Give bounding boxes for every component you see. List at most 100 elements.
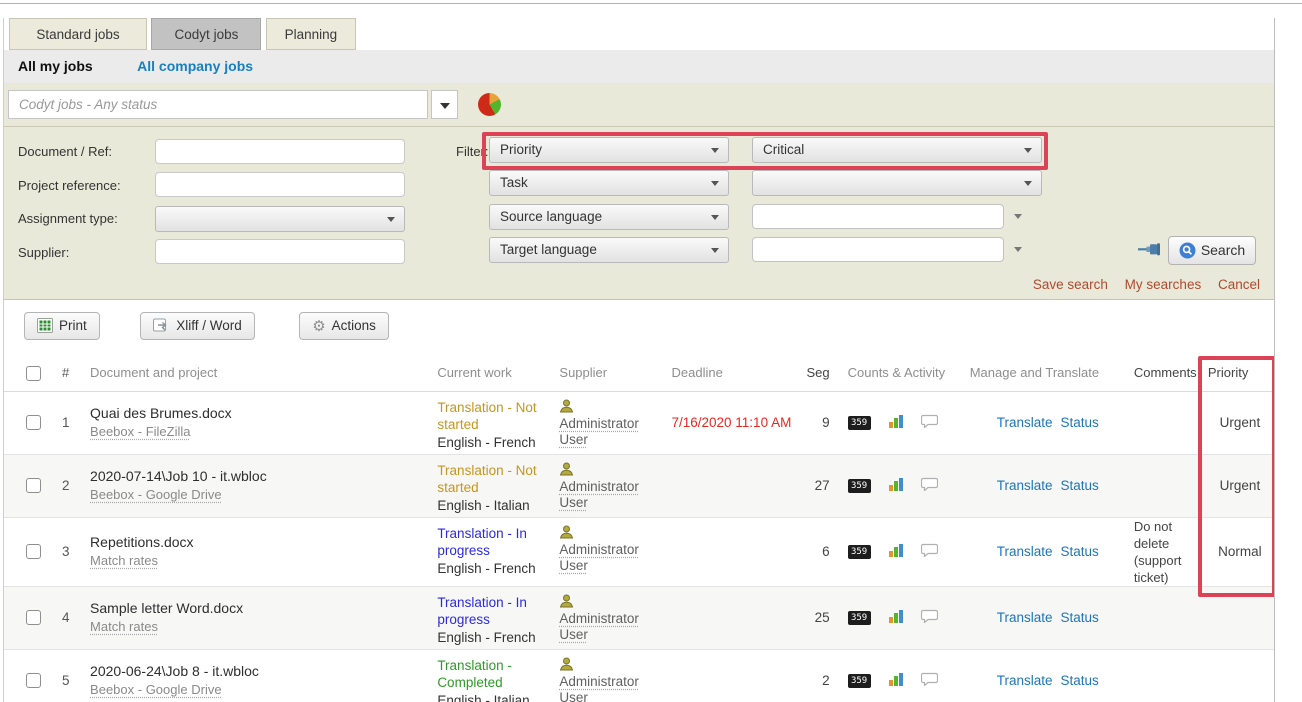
deadline: 7/16/2020 11:10 AM (667, 391, 799, 454)
project-link[interactable]: Beebox - Google Drive (90, 682, 222, 697)
project-link[interactable]: Beebox - Google Drive (90, 487, 222, 502)
person-icon (559, 527, 574, 542)
tab-standard-jobs[interactable]: Standard jobs (9, 18, 147, 50)
work-status-link[interactable]: Translation - Not started (437, 399, 555, 433)
print-button[interactable]: Print (24, 312, 100, 340)
select-all-checkbox[interactable] (26, 366, 41, 381)
wordcount-badge[interactable]: 359 (848, 674, 871, 688)
activity-chart-icon[interactable] (888, 476, 904, 495)
filter-label-project-reference: Project reference: (18, 178, 121, 193)
work-status-link[interactable]: Translation - Completed (437, 657, 555, 691)
tab-all-my-jobs[interactable]: All my jobs (18, 58, 93, 74)
wordcount-badge[interactable]: 359 (848, 416, 871, 430)
row-checkbox[interactable] (26, 544, 41, 559)
wordcount-badge[interactable]: 359 (848, 611, 871, 625)
status-link[interactable]: Status (1061, 610, 1099, 625)
activity-chart-icon[interactable] (888, 671, 904, 690)
comment-bubble-icon[interactable] (921, 414, 938, 431)
assignment-type-select[interactable] (155, 206, 405, 232)
target-language-arrow-icon[interactable] (1014, 247, 1022, 252)
target-language-input[interactable] (752, 237, 1004, 262)
project-link[interactable]: Beebox - FileZilla (90, 424, 190, 439)
supplier-input[interactable] (155, 239, 405, 264)
comment-bubble-icon[interactable] (921, 477, 938, 494)
work-status-link[interactable]: Translation - In progress (437, 594, 555, 628)
status-link[interactable]: Status (1061, 673, 1099, 688)
segment-count: 25 (800, 586, 842, 649)
source-language-combo[interactable] (752, 204, 1022, 229)
source-language-input[interactable] (752, 204, 1004, 229)
tab-codyt-jobs[interactable]: Codyt jobs (151, 18, 261, 50)
row-checkbox[interactable] (26, 478, 41, 493)
saved-search-dropdown-arrow[interactable] (431, 90, 458, 119)
supplier-link[interactable]: Administrator User (559, 674, 641, 702)
row-number: 1 (54, 391, 86, 454)
project-reference-input[interactable] (155, 172, 405, 197)
tab-planning[interactable]: Planning (266, 18, 356, 50)
filter-value-task-select[interactable] (752, 170, 1042, 196)
filter-category-task-select[interactable]: Task (489, 170, 729, 196)
supplier-link[interactable]: Administrator User (559, 611, 641, 643)
source-language-arrow-icon[interactable] (1014, 214, 1022, 219)
supplier-link[interactable]: Administrator User (559, 416, 641, 448)
filter-category-source-language-select[interactable]: Source language (489, 204, 729, 230)
work-status-link[interactable]: Translation - In progress (437, 525, 555, 559)
wordcount-badge[interactable]: 359 (848, 545, 871, 559)
pin-search-icon[interactable] (1138, 243, 1162, 261)
activity-chart-icon[interactable] (888, 542, 904, 561)
actions-button[interactable]: ⚙Actions (299, 312, 389, 340)
activity-chart-icon[interactable] (888, 413, 904, 432)
table-row: 5 2020-06-24\Job 8 - it.wbloc Beebox - G… (4, 649, 1274, 702)
translate-link[interactable]: Translate (997, 610, 1053, 625)
search-links: Save search My searches Cancel (1020, 277, 1260, 292)
document-link[interactable]: Quai des Brumes.docx (90, 405, 232, 421)
document-link[interactable]: Sample letter Word.docx (90, 600, 243, 616)
project-link[interactable]: Match rates (90, 553, 158, 568)
filter-label-document-ref: Document / Ref: (18, 144, 112, 159)
filter-category-priority-select[interactable]: Priority (489, 137, 729, 163)
status-link[interactable]: Status (1061, 478, 1099, 493)
language-pair: English - Italian (437, 497, 555, 514)
row-checkbox[interactable] (26, 610, 41, 625)
saved-search-select[interactable]: Codyt jobs - Any status (8, 90, 428, 119)
col-priority: Priority (1202, 355, 1274, 391)
language-pair: English - French (437, 629, 555, 646)
jobs-panel: Standard jobs Codyt jobs Planning All my… (3, 18, 1275, 702)
translate-link[interactable]: Translate (997, 415, 1053, 430)
my-searches-link[interactable]: My searches (1125, 277, 1202, 292)
pie-chart-icon[interactable] (478, 93, 501, 116)
xliff-word-button[interactable]: Xliff / Word (140, 312, 255, 340)
filter-panel: Document / Ref: Project reference: Assig… (4, 127, 1274, 300)
cancel-link[interactable]: Cancel (1218, 277, 1260, 292)
project-link[interactable]: Match rates (90, 619, 158, 634)
document-link[interactable]: 2020-07-14\Job 10 - it.wbloc (90, 468, 267, 484)
document-link[interactable]: 2020-06-24\Job 8 - it.wbloc (90, 663, 259, 679)
status-link[interactable]: Status (1061, 415, 1099, 430)
search-icon (1179, 241, 1196, 268)
filter-category-target-language-select[interactable]: Target language (489, 237, 729, 263)
document-ref-input[interactable] (155, 139, 405, 164)
save-search-link[interactable]: Save search (1033, 277, 1108, 292)
work-status-link[interactable]: Translation - Not started (437, 462, 555, 496)
row-checkbox[interactable] (26, 673, 41, 688)
activity-chart-icon[interactable] (888, 608, 904, 627)
translate-link[interactable]: Translate (997, 478, 1053, 493)
comment-bubble-icon[interactable] (921, 543, 938, 560)
comment-bubble-icon[interactable] (921, 609, 938, 626)
translate-link[interactable]: Translate (997, 673, 1053, 688)
status-link[interactable]: Status (1061, 544, 1099, 559)
wordcount-badge[interactable]: 359 (848, 479, 871, 493)
table-row: 4 Sample letter Word.docx Match rates Tr… (4, 586, 1274, 649)
row-checkbox[interactable] (26, 415, 41, 430)
filter-value-priority-select[interactable]: Critical (752, 137, 1042, 163)
comment-bubble-icon[interactable] (921, 672, 938, 689)
supplier-link[interactable]: Administrator User (559, 542, 641, 574)
supplier-link[interactable]: Administrator User (559, 479, 641, 511)
translate-link[interactable]: Translate (997, 544, 1053, 559)
segment-count: 27 (800, 454, 842, 517)
target-language-combo[interactable] (752, 237, 1022, 262)
document-link[interactable]: Repetitions.docx (90, 534, 194, 550)
saved-search-bar: Codyt jobs - Any status (4, 83, 1274, 127)
tab-all-company-jobs[interactable]: All company jobs (137, 58, 253, 74)
search-button[interactable]: Search (1168, 236, 1256, 265)
